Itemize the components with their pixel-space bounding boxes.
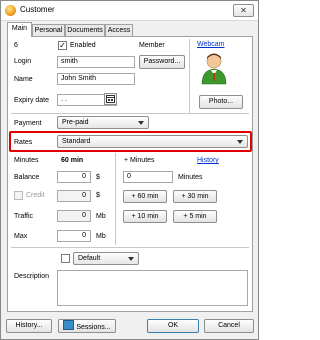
webcam-link[interactable]: Webcam (197, 41, 225, 48)
minutes-label: Minutes (14, 157, 39, 164)
expiry-date-label: Expiry date (14, 97, 50, 104)
tab-main[interactable]: Main (7, 22, 32, 37)
cancel-button[interactable]: Cancel (204, 319, 254, 333)
traffic-input[interactable]: 0 (57, 210, 91, 222)
description-textarea[interactable] (57, 270, 248, 306)
enabled-checkbox[interactable]: ✓ (58, 41, 67, 50)
tab-documents[interactable]: Documents (65, 24, 105, 36)
credit-label: Credit (26, 192, 45, 199)
add-minutes-unit: Minutes (178, 174, 203, 181)
balance-divider (115, 153, 116, 245)
group-checkbox[interactable] (61, 254, 70, 263)
history-link[interactable]: History (197, 157, 219, 164)
balance-label: Balance (14, 174, 40, 181)
description-label: Description (14, 273, 50, 280)
add-10-min-button[interactable]: + 10 min (123, 210, 167, 223)
member-label: Member (139, 42, 165, 49)
chevron-down-icon (138, 121, 144, 125)
calendar-icon (106, 95, 115, 103)
group-select[interactable]: Default (73, 252, 139, 265)
login-label: Login (14, 58, 32, 65)
password-button[interactable]: Password... (139, 55, 185, 69)
sessions-icon (63, 320, 75, 330)
sessions-button[interactable]: Sessions... (58, 319, 116, 333)
history-button[interactable]: History... (6, 319, 52, 333)
balance-input[interactable]: 0 (57, 171, 91, 183)
traffic-unit: Mb (96, 213, 106, 220)
close-button[interactable]: ✕ (233, 4, 254, 17)
credit-input[interactable]: 0 (57, 190, 91, 202)
balance-currency: $ (96, 174, 100, 181)
payment-label: Payment (14, 120, 42, 127)
sessions-button-label: Sessions... (76, 324, 111, 331)
traffic-label: Traffic (14, 213, 34, 220)
chevron-down-icon (128, 257, 134, 261)
customer-window: Customer ✕ Main Personal Documents Acces… (0, 0, 259, 340)
add-minutes-label: + Minutes (124, 157, 155, 164)
enabled-label: Enabled (70, 42, 96, 49)
checkmark-icon: ✓ (59, 41, 66, 50)
max-unit: Mb (96, 233, 106, 240)
group-select-value: Default (78, 255, 101, 262)
add-5-min-button[interactable]: + 5 min (173, 210, 217, 223)
minutes-value: 60 min (61, 157, 84, 164)
add-minutes-input[interactable]: 0 (123, 171, 173, 183)
user-avatar-icon (199, 51, 229, 85)
login-input[interactable]: smith (57, 56, 135, 68)
credit-checkbox[interactable] (14, 191, 23, 200)
name-input[interactable]: John Smith (57, 73, 135, 85)
rates-highlight-box (9, 131, 252, 152)
tab-access[interactable]: Access (105, 24, 133, 36)
calendar-button[interactable] (104, 93, 117, 105)
window-title: Customer (20, 5, 55, 14)
max-label: Max (14, 233, 28, 240)
ok-button[interactable]: OK (147, 319, 199, 333)
customer-id: 6 (14, 42, 18, 49)
tab-personal[interactable]: Personal (32, 24, 65, 36)
add-60-min-button[interactable]: + 60 min (123, 190, 167, 203)
close-icon: ✕ (240, 6, 247, 15)
credit-currency: $ (96, 192, 100, 199)
separator-1 (11, 113, 249, 114)
payment-select-value: Pre-paid (62, 119, 89, 126)
add-30-min-button[interactable]: + 30 min (173, 190, 217, 203)
avatar-divider (189, 39, 190, 113)
photo-button[interactable]: Photo... (199, 95, 243, 109)
name-label: Name (14, 76, 33, 83)
max-input[interactable]: 0 (57, 230, 91, 242)
title-bar: Customer ✕ (1, 1, 258, 21)
separator-2 (11, 247, 249, 248)
app-icon (5, 5, 16, 16)
payment-select[interactable]: Pre-paid (57, 116, 149, 129)
